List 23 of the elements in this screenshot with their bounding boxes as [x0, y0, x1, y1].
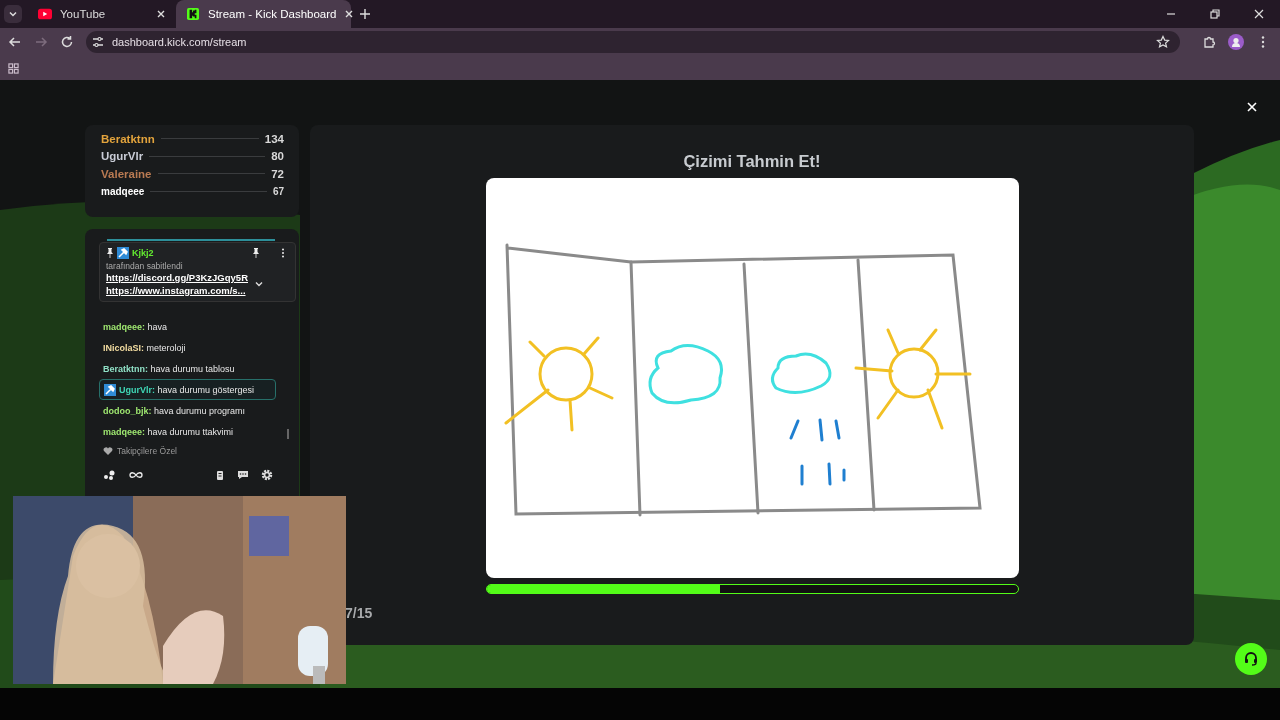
tab-title: Stream - Kick Dashboard	[208, 8, 337, 20]
puzzle-icon[interactable]	[1202, 35, 1216, 49]
tab-list-button[interactable]	[4, 5, 22, 23]
reload-icon[interactable]	[60, 35, 74, 49]
close-icon[interactable]	[156, 9, 166, 19]
address-field[interactable]: dashboard.kick.com/stream	[86, 31, 1180, 53]
tab-title: YouTube	[60, 8, 107, 20]
forward-icon	[34, 35, 48, 49]
site-settings-icon[interactable]	[91, 35, 105, 49]
restore-icon[interactable]	[1210, 9, 1220, 19]
url-text: dashboard.kick.com/stream	[112, 36, 248, 48]
chevron-down-icon	[8, 9, 18, 19]
browser-tab[interactable]: YouTube	[28, 0, 176, 28]
profile-avatar-icon[interactable]	[1228, 34, 1244, 50]
k-logo-icon	[186, 8, 200, 20]
star-icon[interactable]	[1156, 35, 1170, 49]
video-logo-icon	[38, 8, 52, 20]
back-icon[interactable]	[8, 35, 22, 49]
close-icon[interactable]	[344, 9, 355, 19]
apps-icon[interactable]	[8, 62, 19, 74]
browser-tab[interactable]: Stream - Kick Dashboard	[176, 0, 351, 28]
new-tab-icon[interactable]	[359, 8, 371, 20]
close-icon[interactable]	[1254, 9, 1264, 19]
